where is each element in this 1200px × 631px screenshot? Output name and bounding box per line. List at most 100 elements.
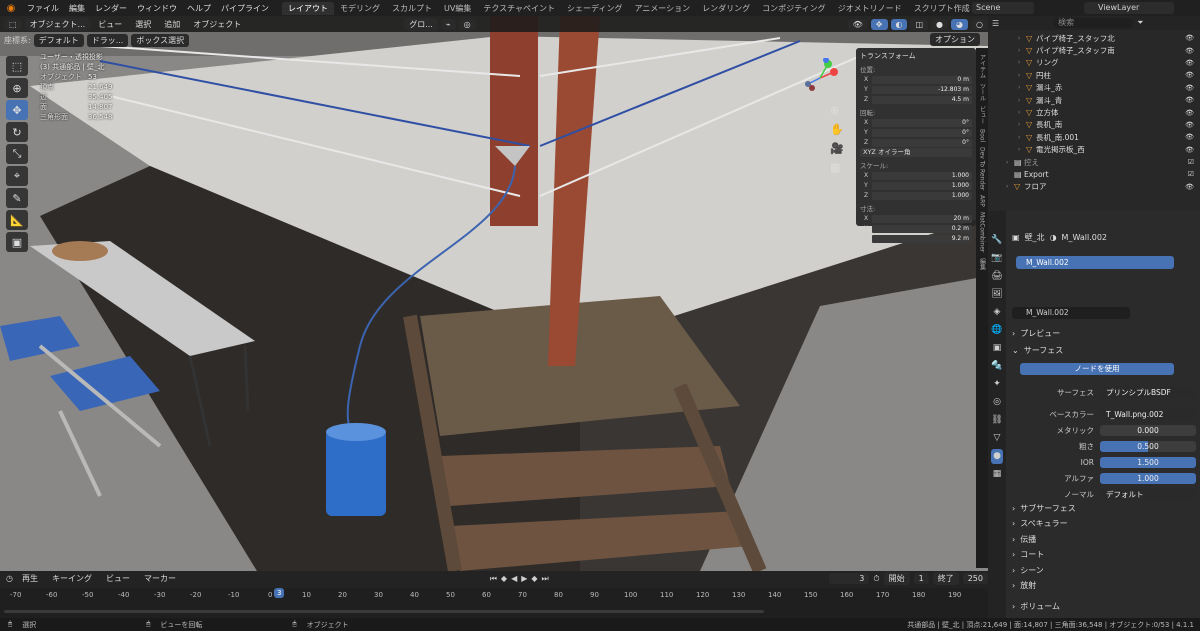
dimension-x-field[interactable]: 20 m — [872, 214, 972, 223]
gizmo-neg-x-icon[interactable] — [809, 85, 815, 91]
scale-tool-icon[interactable]: ⤡ — [6, 144, 28, 164]
base-color-texture[interactable]: T_Wall.png.002 — [1100, 408, 1196, 420]
menu-window[interactable]: ウィンドウ — [132, 3, 182, 14]
list-item[interactable]: › ▽ 長机_南.001 👁 — [1018, 131, 1200, 143]
object-props-icon[interactable]: ▣ — [993, 341, 1002, 356]
list-item[interactable]: ▤ Export ☑ — [1006, 168, 1200, 180]
modifier-props-icon[interactable]: 🔩 — [991, 359, 1002, 374]
move-tool-icon[interactable]: ✥ — [6, 100, 28, 120]
output-props-icon[interactable]: 🖨 — [991, 269, 1002, 284]
drag-selector[interactable]: ドラッ... — [86, 33, 129, 47]
preview-section[interactable]: › プレビュー — [1008, 327, 1196, 340]
tab-rendering[interactable]: レンダリング — [696, 2, 756, 15]
add-cube-tool-icon[interactable]: ▣ — [6, 232, 28, 252]
view-layer-props-icon[interactable]: 🖼 — [991, 287, 1002, 302]
visibility-icon[interactable]: 👁 — [847, 18, 868, 30]
volume-section[interactable]: › ボリューム — [1008, 600, 1196, 613]
options-dropdown[interactable]: オプション — [930, 33, 980, 46]
list-item[interactable]: › ▽ 立方体 👁 — [1018, 106, 1200, 118]
transform-title[interactable]: トランスフォーム — [860, 51, 972, 61]
tab-animation[interactable]: アニメーション — [628, 2, 696, 15]
tab-sculpt[interactable]: スカルプト — [386, 2, 438, 15]
prev-key-icon[interactable]: ◆ — [501, 574, 507, 583]
dimension-y-field[interactable]: 0.2 m — [872, 224, 972, 233]
menu-edit[interactable]: 編集 — [64, 3, 90, 14]
constraints-props-icon[interactable]: ⛓ — [991, 413, 1002, 428]
proportional-edit-icon[interactable]: ◎ — [458, 18, 476, 30]
tab-matcombiner[interactable]: MatCombiner — [979, 212, 986, 252]
tab-layout[interactable]: レイアウト — [282, 1, 334, 15]
play-icon[interactable]: ▶ — [521, 574, 527, 583]
eye-icon[interactable]: 👁 — [1185, 146, 1194, 154]
tab-dev-to-render[interactable]: Dev To Render — [979, 147, 986, 190]
tab-texture-paint[interactable]: テクスチャペイント — [477, 2, 561, 15]
outliner-funnel-icon[interactable]: ⏷ — [1137, 18, 1143, 28]
specular-section[interactable]: › スペキュラー — [1008, 517, 1196, 530]
normal-select[interactable]: デフォルト — [1100, 488, 1196, 500]
eye-icon[interactable]: 👁 — [1185, 71, 1194, 79]
location-z-field[interactable]: 4.5 m — [872, 95, 972, 104]
use-nodes-button[interactable]: ノードを使用 — [1020, 363, 1174, 375]
tab-scripting[interactable]: スクリプト作成 — [908, 2, 976, 15]
world-props-icon[interactable]: 🌐 — [991, 323, 1002, 338]
overlay-toggle-icon[interactable]: ◐ — [890, 18, 908, 30]
grid-perspective-icon[interactable]: ▦ — [830, 161, 844, 174]
material-name-field[interactable]: M_Wall.002 — [1012, 307, 1130, 319]
data-props-icon[interactable]: ▽ — [994, 431, 1001, 446]
navigation-gizmo[interactable] — [800, 58, 840, 98]
checkbox-icon[interactable]: ☑ — [1188, 158, 1194, 166]
tab-edit[interactable]: 編集 — [978, 258, 987, 270]
eye-icon[interactable]: 👁 — [1185, 183, 1194, 191]
view-layer-selector[interactable]: ViewLayer — [1084, 2, 1174, 14]
tab-view[interactable]: ビュー — [978, 106, 987, 124]
blender-logo-icon[interactable]: ◉ — [3, 2, 19, 14]
end-frame-field[interactable]: 250 — [962, 573, 988, 584]
transform-tool-icon[interactable]: ⌖ — [6, 166, 28, 186]
outliner-filter-icon[interactable]: ☰ — [992, 19, 999, 28]
location-y-field[interactable]: -12.803 m — [872, 85, 972, 94]
eye-icon[interactable]: 👁 — [1185, 34, 1194, 42]
eye-icon[interactable]: 👁 — [1185, 47, 1194, 55]
physics-props-icon[interactable]: ◎ — [993, 395, 1001, 410]
select-tool-icon[interactable]: ⬚ — [6, 56, 28, 76]
menu-file[interactable]: ファイル — [22, 3, 64, 14]
measure-tool-icon[interactable]: 📐 — [6, 210, 28, 230]
menu-view[interactable]: ビュー — [93, 19, 127, 30]
sheen-section[interactable]: › シーン — [1008, 564, 1196, 577]
checkbox-icon[interactable]: ☑ — [1188, 170, 1194, 178]
editor-type-icon[interactable]: ⬚ — [4, 18, 22, 30]
list-item[interactable]: › ▽ 漏斗_青 👁 — [1018, 94, 1200, 106]
gizmo-x-icon[interactable] — [830, 68, 838, 76]
tab-geometry-nodes[interactable]: ジオメトリノード — [832, 2, 908, 15]
material-props-icon[interactable]: ● — [991, 449, 1003, 464]
select-mode-selector[interactable]: ボックス選択 — [131, 33, 190, 47]
tab-uv[interactable]: UV編集 — [438, 2, 477, 15]
eye-icon[interactable]: 👁 — [1185, 109, 1194, 117]
shading-solid-icon[interactable]: ● — [931, 18, 949, 30]
tab-bool[interactable]: Bool — [979, 129, 986, 142]
list-item[interactable]: › ▽ 漏斗_赤 👁 — [1018, 82, 1200, 94]
mode-selector[interactable]: オブジェクト... — [24, 17, 91, 31]
menu-object[interactable]: オブジェクト — [188, 19, 246, 30]
3d-viewport[interactable] — [0, 16, 988, 571]
rotation-x-field[interactable]: 0° — [872, 118, 972, 127]
surface-shader-select[interactable]: プリンシプルBSDF — [1100, 386, 1196, 398]
scene-selector[interactable]: Scene — [972, 2, 1034, 14]
menu-marker[interactable]: マーカー — [139, 573, 181, 584]
start-frame-field[interactable]: 1 — [913, 573, 929, 584]
jump-end-icon[interactable]: ⏭ — [542, 574, 549, 584]
transmission-section[interactable]: › 伝播 — [1008, 533, 1196, 546]
xray-icon[interactable]: ◫ — [910, 18, 929, 30]
alpha-slider[interactable]: 1.000 — [1100, 472, 1196, 484]
jump-start-icon[interactable]: ⏮ — [490, 574, 497, 584]
current-frame-field[interactable]: 3 — [829, 573, 870, 584]
scale-y-field[interactable]: 1.000 — [872, 181, 972, 190]
timeline-ruler[interactable]: -70 -60 -50 -40 -30 -20 -10 0 3 10 20 30… — [0, 588, 988, 618]
stopwatch-icon[interactable]: ⏱ — [873, 574, 879, 584]
menu-playback[interactable]: 再生 — [17, 573, 43, 584]
eye-icon[interactable]: 👁 — [1185, 96, 1194, 104]
surface-section[interactable]: ⌄ サーフェス — [1008, 344, 1196, 357]
shading-rendered-icon[interactable]: ○ — [971, 18, 988, 30]
list-item[interactable]: › ▽ パイプ椅子_スタッフ北 👁 — [1018, 32, 1200, 44]
scale-x-field[interactable]: 1.000 — [872, 171, 972, 180]
